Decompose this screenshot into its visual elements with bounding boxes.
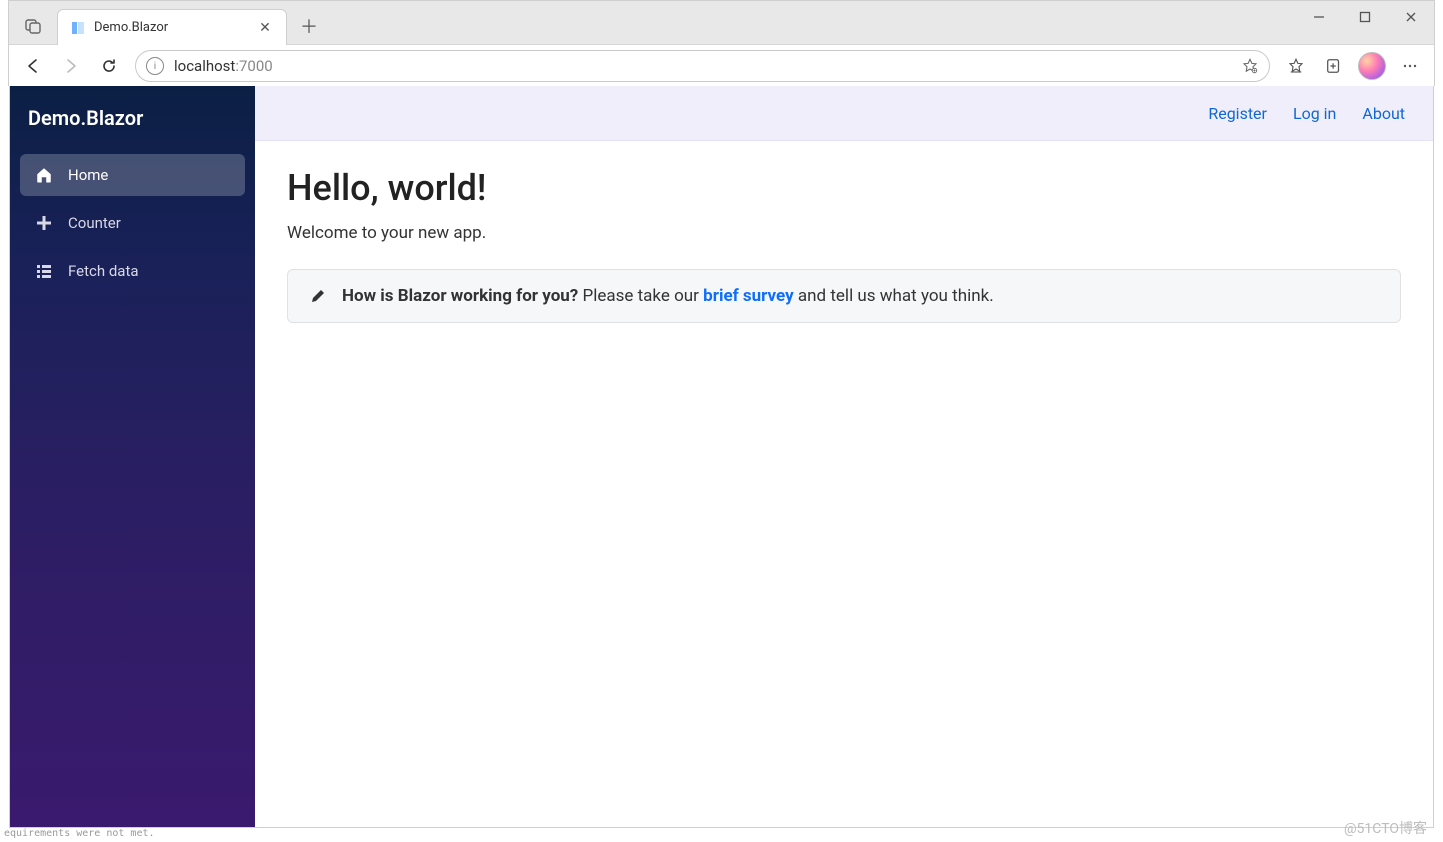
sidebar-item-counter[interactable]: Counter <box>20 202 245 244</box>
address-bar[interactable]: i localhost:7000 <box>135 50 1270 82</box>
browser-chrome: Demo.Blazor ✕ ＋ i localhost:7000 <box>8 0 1435 86</box>
topbar-link-login[interactable]: Log in <box>1293 104 1336 123</box>
sidebar-item-label: Fetch data <box>68 262 139 280</box>
url-port: :7000 <box>235 57 272 75</box>
sidebar-nav: Home Counter Fetch data <box>10 148 255 298</box>
tab-groups-button[interactable] <box>15 8 51 44</box>
pencil-icon <box>308 286 328 306</box>
home-icon <box>34 165 54 185</box>
app-viewport: Demo.Blazor Home Counter Fetch data <box>9 86 1434 828</box>
favorite-star-icon[interactable] <box>1241 57 1259 75</box>
main-area: Register Log in About Hello, world! Welc… <box>255 86 1433 827</box>
page-heading: Hello, world! <box>287 167 1401 209</box>
plus-icon <box>34 213 54 233</box>
sidebar-item-fetch-data[interactable]: Fetch data <box>20 250 245 292</box>
brand-title: Demo.Blazor <box>10 86 255 148</box>
window-close-button[interactable] <box>1388 1 1434 33</box>
survey-prompt: How is Blazor working for you? Please ta… <box>287 269 1401 323</box>
survey-text: How is Blazor working for you? Please ta… <box>342 286 994 306</box>
tab-title: Demo.Blazor <box>94 20 248 35</box>
survey-link[interactable]: brief survey <box>703 286 794 306</box>
browser-tab[interactable]: Demo.Blazor ✕ <box>57 9 287 45</box>
watermark-text: @51CTO博客 <box>1344 818 1427 838</box>
tab-strip: Demo.Blazor ✕ ＋ <box>9 1 1434 45</box>
survey-before: Please take our <box>578 286 703 306</box>
favorites-button[interactable] <box>1278 50 1314 82</box>
survey-after: and tell us what you think. <box>794 286 994 306</box>
window-minimize-button[interactable] <box>1296 1 1342 33</box>
profile-button[interactable] <box>1354 50 1390 82</box>
sidebar-item-label: Home <box>68 166 108 184</box>
url-text: localhost:7000 <box>174 57 273 75</box>
toolbar-right <box>1278 50 1428 82</box>
tab-close-button[interactable]: ✕ <box>256 19 274 37</box>
window-maximize-button[interactable] <box>1342 1 1388 33</box>
sidebar-item-home[interactable]: Home <box>20 154 245 196</box>
reload-button[interactable] <box>91 50 127 82</box>
forward-button[interactable] <box>53 50 89 82</box>
menu-button[interactable] <box>1392 50 1428 82</box>
topbar-link-about[interactable]: About <box>1362 104 1405 123</box>
page-subtitle: Welcome to your new app. <box>287 223 1401 243</box>
site-info-icon[interactable]: i <box>146 57 164 75</box>
new-tab-button[interactable]: ＋ <box>293 10 325 42</box>
browser-toolbar: i localhost:7000 <box>9 45 1434 87</box>
page-content: Hello, world! Welcome to your new app. H… <box>255 141 1433 349</box>
sidebar: Demo.Blazor Home Counter Fetch data <box>10 86 255 827</box>
url-host: localhost <box>174 57 235 75</box>
top-bar: Register Log in About <box>255 86 1433 141</box>
profile-avatar-icon <box>1358 52 1386 80</box>
topbar-link-register[interactable]: Register <box>1208 104 1267 123</box>
collections-button[interactable] <box>1316 50 1352 82</box>
survey-bold: How is Blazor working for you? <box>342 286 578 306</box>
favicon-icon <box>70 20 86 36</box>
sidebar-item-label: Counter <box>68 214 121 232</box>
footer-strip: equirements were not met. <box>0 828 155 842</box>
window-controls <box>1296 1 1434 45</box>
list-icon <box>34 261 54 281</box>
back-button[interactable] <box>15 50 51 82</box>
